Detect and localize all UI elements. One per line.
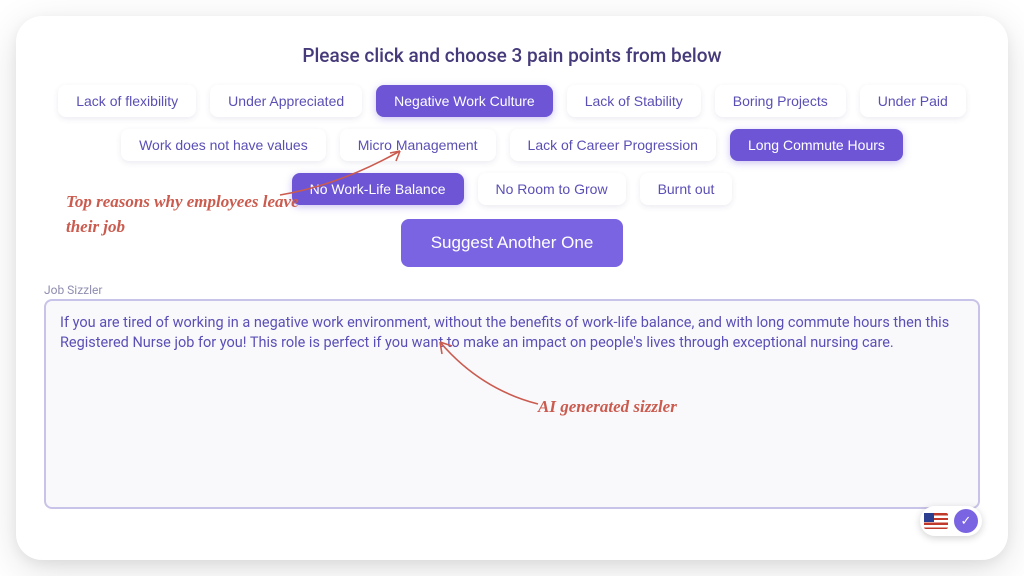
pain-point-chip[interactable]: Negative Work Culture [376,85,553,117]
pain-point-chip[interactable]: Micro Management [340,129,496,161]
instruction-heading: Please click and choose 3 pain points fr… [44,44,980,67]
suggest-row: Suggest Another One [44,219,980,267]
pain-point-chip[interactable]: Burnt out [640,173,733,205]
confirm-button[interactable]: ✓ [954,509,978,533]
app-window: Please click and choose 3 pain points fr… [16,16,1008,560]
pain-point-chip[interactable]: No Work-Life Balance [292,173,464,205]
pain-point-chip[interactable]: Work does not have values [121,129,326,161]
pain-point-chip[interactable]: Under Appreciated [210,85,362,117]
pain-point-chip[interactable]: Lack of Career Progression [510,129,716,161]
pain-point-chip[interactable]: Long Commute Hours [730,129,903,161]
pain-point-chip[interactable]: Under Paid [860,85,966,117]
suggest-another-button[interactable]: Suggest Another One [401,219,624,267]
pain-point-chip[interactable]: Lack of flexibility [58,85,196,117]
pain-point-chip[interactable]: No Room to Grow [478,173,626,205]
pain-point-chip[interactable]: Lack of Stability [567,85,701,117]
sizzler-field-label: Job Sizzler [44,283,980,297]
sizzler-textarea[interactable] [44,299,980,509]
us-flag-icon[interactable] [924,513,948,529]
pain-point-chip[interactable]: Boring Projects [715,85,846,117]
locale-action-badge: ✓ [920,506,982,536]
pain-point-chips: Lack of flexibility Under Appreciated Nega… [44,85,980,205]
